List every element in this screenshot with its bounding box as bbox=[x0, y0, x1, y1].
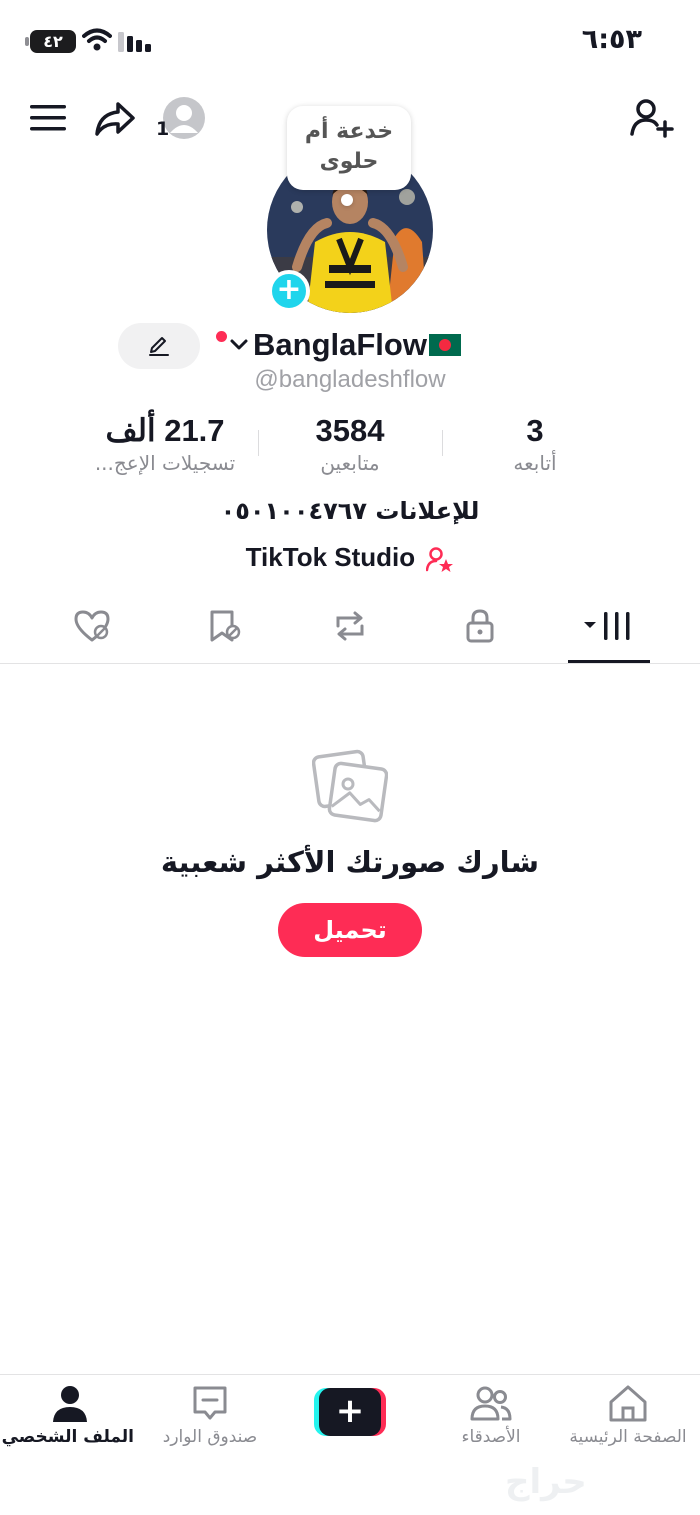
following-stat[interactable]: 3 أتابعه bbox=[480, 413, 590, 475]
plus-icon: + bbox=[319, 1388, 381, 1436]
avatar-note-bubble[interactable]: خدعة أم حلوى bbox=[287, 106, 411, 190]
tab-favorites[interactable] bbox=[200, 608, 248, 654]
nav-friends-label: الأصدقاء bbox=[461, 1427, 521, 1447]
tab-liked[interactable] bbox=[68, 608, 116, 654]
followers-stat[interactable]: 3584 متابعين bbox=[290, 413, 410, 475]
stat-divider bbox=[258, 430, 259, 456]
status-time: ٦:٥٣ bbox=[581, 24, 642, 55]
haraj-watermark: حراج bbox=[505, 1462, 587, 1502]
share-icon[interactable] bbox=[94, 100, 136, 138]
menu-icon[interactable] bbox=[30, 103, 66, 133]
tab-private[interactable] bbox=[456, 608, 504, 654]
followers-label: متابعين bbox=[320, 451, 380, 475]
profile-icon bbox=[53, 1386, 87, 1422]
bubble-tail bbox=[341, 194, 353, 206]
notification-dot bbox=[216, 330, 227, 342]
bangladesh-flag-icon bbox=[428, 334, 461, 356]
bookmark-hidden-icon bbox=[210, 610, 241, 642]
wifi-icon bbox=[82, 28, 112, 51]
grid-icon bbox=[584, 612, 630, 640]
name-row[interactable]: BanglaFlow bbox=[216, 322, 461, 368]
likes-count: 21.7 ألف bbox=[105, 413, 225, 448]
nav-inbox[interactable]: صندوق الوارد bbox=[148, 1383, 272, 1447]
likes-label: تسجيلات الإعج... bbox=[94, 451, 236, 475]
signal-icon bbox=[118, 32, 151, 52]
display-name: BanglaFlow bbox=[253, 327, 427, 362]
add-friend-icon[interactable] bbox=[630, 98, 674, 138]
edit-name-button[interactable] bbox=[118, 323, 200, 369]
create-button[interactable]: + bbox=[314, 1388, 386, 1436]
add-story-button[interactable]: + bbox=[268, 270, 310, 312]
followers-count: 3584 bbox=[315, 413, 385, 448]
bio-text[interactable]: للإعلانات ٠٥٠١٠٠٤٧٦٧ bbox=[0, 497, 700, 525]
friends-icon bbox=[470, 1386, 512, 1421]
nav-friends[interactable]: الأصدقاء bbox=[436, 1383, 546, 1447]
bottom-nav-divider bbox=[0, 1374, 700, 1375]
tab-reposts[interactable] bbox=[326, 608, 374, 654]
photos-icon bbox=[312, 749, 388, 823]
pencil-icon bbox=[149, 337, 169, 356]
likes-stat[interactable]: 21.7 ألف تسجيلات الإعج... bbox=[70, 413, 260, 475]
chevron-down-icon[interactable] bbox=[229, 338, 249, 352]
inbox-icon bbox=[193, 1386, 227, 1420]
following-label: أتابعه bbox=[513, 451, 557, 475]
nav-home-label: الصفحة الرئيسية bbox=[569, 1427, 687, 1447]
upload-button[interactable]: تحميل bbox=[278, 903, 422, 957]
heart-hidden-icon bbox=[74, 610, 110, 642]
lock-icon bbox=[466, 609, 494, 643]
tab-videos[interactable] bbox=[580, 608, 640, 654]
empty-state-title: شارك صورتك الأكثر شعبية bbox=[160, 845, 540, 879]
nav-profile[interactable]: الملف الشخصي bbox=[1, 1383, 134, 1447]
tiktok-studio-link[interactable]: TikTok Studio bbox=[0, 542, 700, 573]
repost-icon bbox=[336, 611, 364, 641]
studio-label: TikTok Studio bbox=[245, 542, 416, 572]
creator-star-icon bbox=[426, 547, 454, 573]
nav-inbox-label: صندوق الوارد bbox=[162, 1427, 258, 1447]
following-count: 3 bbox=[526, 413, 544, 448]
account-switcher-avatar[interactable] bbox=[163, 97, 205, 139]
nav-profile-label: الملف الشخصي bbox=[1, 1427, 134, 1447]
stat-divider bbox=[442, 430, 443, 456]
battery-indicator: ٤٢ bbox=[25, 30, 76, 53]
home-icon bbox=[609, 1385, 647, 1422]
username: @bangladeshflow bbox=[254, 366, 446, 393]
nav-home[interactable]: الصفحة الرئيسية bbox=[558, 1383, 698, 1447]
tabs-divider bbox=[0, 663, 700, 664]
account-count: 1 bbox=[156, 118, 170, 140]
